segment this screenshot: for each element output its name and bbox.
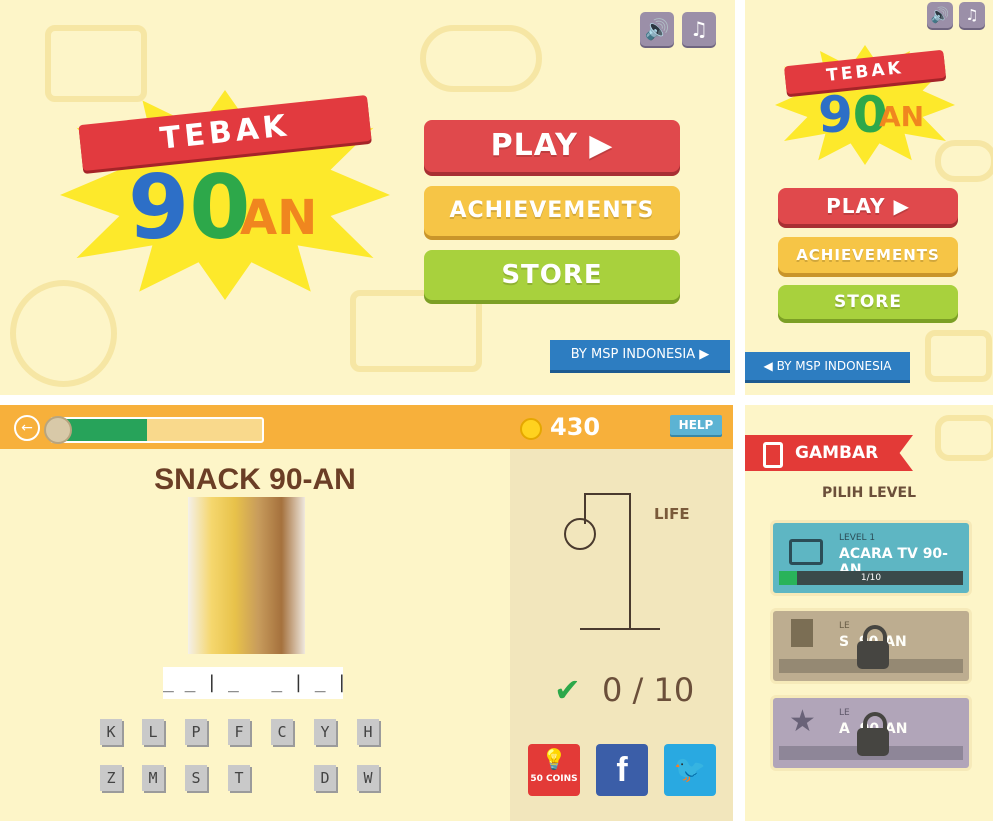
sound-icon[interactable]: 🔊 (640, 12, 674, 46)
hint-button[interactable]: 💡 50 COINS (528, 744, 580, 796)
level-progress-text: 1/10 (860, 573, 882, 583)
top-bar: ← 430 HELP (0, 405, 733, 449)
letter-tile[interactable]: C (271, 719, 293, 745)
hangman-area: LIFE ✔ 0 / 10 💡 50 COINS f 🐦 (510, 449, 733, 821)
logo-number: 90 (128, 160, 250, 256)
coin-icon (520, 418, 542, 440)
achievements-button[interactable]: ACHIEVEMENTS (778, 237, 958, 273)
play-button[interactable]: PLAY ▶ (778, 188, 958, 224)
level-subtitle: PILIH LEVEL (822, 485, 916, 501)
hangman-head (564, 518, 596, 550)
joystick-doodle (925, 330, 992, 382)
music-icon[interactable]: ♫ (959, 2, 985, 28)
game-screen: ← 430 HELP LIFE ✔ 0 / 10 💡 50 COINS f 🐦 … (0, 405, 733, 821)
gameboy-icon (763, 442, 783, 468)
logo-suffix: AN (879, 100, 925, 133)
tv-icon (789, 539, 823, 565)
achievements-button[interactable]: ACHIEVEMENTS (424, 186, 680, 236)
letter-tile[interactable]: H (357, 719, 379, 745)
category-title: SNACK 90-AN (154, 463, 356, 496)
store-button[interactable]: STORE (778, 285, 958, 319)
logo-digit-9: 9 (818, 86, 853, 144)
bulb-icon: 💡 (541, 747, 567, 771)
category-header: GAMBAR (745, 435, 913, 471)
letter-tile[interactable]: F (228, 719, 250, 745)
scooter-doodle (420, 25, 542, 92)
check-icon: ✔ (554, 671, 581, 709)
play-button[interactable]: PLAY ▶ (424, 120, 680, 172)
level-progress-bar (44, 416, 264, 444)
question-image (188, 497, 305, 654)
category-name: GAMBAR (795, 443, 879, 463)
letter-tile[interactable]: M (142, 765, 164, 791)
main-menu-large: 🔊 ♫ TEBAK 90 AN PLAY ▶ ACHIEVEMENTS STOR… (0, 0, 735, 395)
pack-icon (791, 619, 813, 647)
score-counter: 0 / 10 (602, 671, 695, 709)
letter-tile[interactable]: L (142, 719, 164, 745)
level-card-3[interactable]: ★ LE A 90-AN (770, 695, 972, 771)
lock-icon (857, 625, 889, 669)
coin-count: 430 (550, 413, 601, 441)
life-label: LIFE (654, 505, 690, 523)
letter-tile[interactable]: Z (100, 765, 122, 791)
level-number: LE (839, 621, 850, 631)
facebook-button[interactable]: f (596, 744, 648, 796)
logo-digit-9: 9 (128, 156, 190, 259)
level-card-1[interactable]: LEVEL 1 ACARA TV 90-AN 1/10 (770, 520, 972, 596)
cassette-doodle (350, 290, 482, 372)
level-number: LEVEL 1 (839, 533, 876, 543)
help-button[interactable]: HELP (670, 415, 722, 435)
letter-tile[interactable]: Y (314, 719, 336, 745)
tv-doodle (45, 25, 147, 102)
gamepad-doodle (935, 415, 993, 461)
level-card-2[interactable]: LE S 90-AN (770, 608, 972, 684)
letter-tile[interactable]: W (357, 765, 379, 791)
music-icon[interactable]: ♫ (682, 12, 716, 46)
logo-suffix: AN (240, 190, 318, 246)
main-menu-small: 🔊 ♫ TEBAK 90 AN PLAY ▶ ACHIEVEMENTS STOR… (745, 0, 993, 395)
letter-tile[interactable]: P (185, 719, 207, 745)
letter-tile[interactable]: T (228, 765, 250, 791)
logo-number: 90 (818, 88, 888, 142)
lock-icon (857, 712, 889, 756)
back-icon[interactable]: ← (14, 415, 40, 441)
level-number: LE (839, 708, 850, 718)
letter-tile[interactable]: S (185, 765, 207, 791)
level-progress-bar: 1/10 (779, 571, 963, 585)
credit-banner[interactable]: BY MSP INDONESIA ▶ (550, 340, 730, 370)
hint-cost: 50 COINS (530, 774, 578, 784)
guitar-doodle (935, 140, 993, 182)
credit-banner[interactable]: ◀ BY MSP INDONESIA (745, 352, 910, 380)
level-select: GAMBAR PILIH LEVEL LEVEL 1 ACARA TV 90-A… (745, 405, 993, 821)
answer-slots: _ _ | _ _ | _ | (163, 667, 347, 699)
letter-tile[interactable]: K (100, 719, 122, 745)
progress-knob-icon (44, 416, 72, 444)
sound-icon[interactable]: 🔊 (927, 2, 953, 28)
letter-tile[interactable]: D (314, 765, 336, 791)
gallows (580, 493, 660, 630)
star-icon: ★ (789, 704, 816, 739)
tamagotchi-doodle (10, 280, 117, 387)
store-button[interactable]: STORE (424, 250, 680, 300)
twitter-button[interactable]: 🐦 (664, 744, 716, 796)
